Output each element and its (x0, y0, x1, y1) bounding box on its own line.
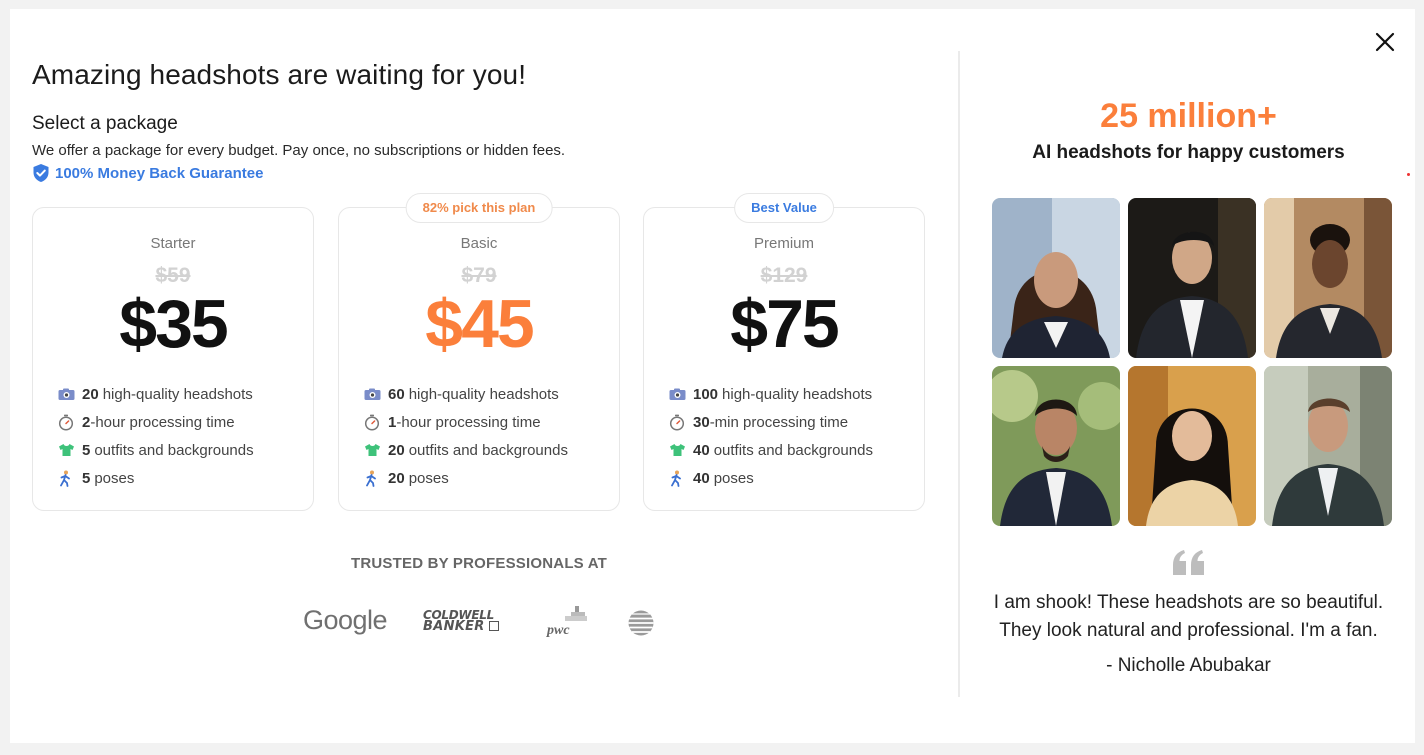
money-back-guarantee-link[interactable]: 100% Money Back Guarantee (32, 163, 263, 183)
feature-text: -min processing time (709, 413, 849, 431)
plan-features: 20 high-quality headshots 2 -hour processi… (58, 380, 254, 492)
feature-item: 5 poses (58, 464, 254, 492)
photo-icon (58, 388, 82, 401)
feature-text: high-quality headshots (722, 385, 873, 403)
packages-panel: Amazing headshots are waiting for you! S… (32, 9, 952, 743)
plan-price: $35 (119, 286, 228, 362)
feature-text: outfits and backgrounds (94, 441, 254, 459)
indicator-dot (1407, 173, 1410, 176)
plan-name: Starter (150, 235, 196, 252)
feature-item: 60 high-quality headshots (364, 380, 568, 408)
timer-icon (58, 414, 82, 431)
quote-line: I am shook! These headshots are so beaut… (993, 592, 1384, 613)
feature-text: -hour processing time (396, 413, 541, 431)
feature-count: 30 (693, 413, 710, 431)
feature-count: 100 (693, 385, 719, 403)
feature-item: 20 poses (364, 464, 568, 492)
feature-count: 5 (82, 469, 91, 487)
feature-count: 20 (388, 469, 405, 487)
shirt-icon (669, 443, 693, 457)
quote-line: They look natural and professional. I'm … (999, 620, 1378, 641)
feature-text: high-quality headshots (102, 385, 253, 403)
feature-count: 20 (388, 441, 405, 459)
feature-text: poses (94, 469, 135, 487)
feature-text: outfits and backgrounds (408, 441, 568, 459)
timer-icon (669, 414, 693, 431)
feature-item: 5 outfits and backgrounds (58, 436, 254, 464)
page-title: Amazing headshots are waiting for you! (32, 59, 527, 90)
pose-icon (58, 470, 82, 487)
feature-count: 40 (693, 469, 710, 487)
trusted-heading: TRUSTED BY PROFESSIONALS AT (351, 555, 607, 572)
feature-count: 5 (82, 441, 91, 459)
headshot-photo (992, 366, 1120, 526)
shield-check-icon (33, 164, 49, 182)
headshot-photo (1264, 198, 1392, 358)
plan-price: $75 (730, 286, 839, 362)
feature-text: poses (408, 469, 449, 487)
feature-item: 30 -min processing time (669, 408, 873, 436)
feature-count: 2 (82, 413, 91, 431)
headshot-photo (1128, 366, 1256, 526)
best-value-badge: Best Value (734, 193, 834, 223)
feature-count: 1 (388, 413, 397, 431)
feature-count: 40 (693, 441, 710, 459)
feature-item: 40 poses (669, 464, 873, 492)
customer-stat: 25 million+ (1100, 97, 1277, 135)
plan-name: Basic (460, 235, 498, 252)
feature-item: 40 outfits and backgrounds (669, 436, 873, 464)
photo-icon (364, 388, 388, 401)
feature-item: 100 high-quality headshots (669, 380, 873, 408)
headshot-photo (1128, 198, 1256, 358)
plan-card-starter[interactable]: Starter $59 $35 20 high-quality headshots… (32, 207, 314, 511)
feature-item: 1 -hour processing time (364, 408, 568, 436)
select-package-heading: Select a package (32, 113, 178, 134)
photo-icon (669, 388, 693, 401)
plan-price: $45 (425, 286, 534, 362)
coldwell-banker-logo: COLDWELL BANKER (423, 609, 509, 633)
testimonial-quote: I am shook! These headshots are so beaut… (962, 589, 1415, 645)
headshot-photo (1264, 366, 1392, 526)
pwc-logo: pwc (547, 604, 593, 640)
att-globe-logo (628, 610, 654, 636)
pricing-modal: Amazing headshots are waiting for you! S… (10, 9, 1415, 743)
shirt-icon (364, 443, 388, 457)
shirt-icon (58, 443, 82, 457)
quote-mark-icon (962, 549, 1415, 582)
pose-icon (669, 470, 693, 487)
feature-text: high-quality headshots (408, 385, 559, 403)
plan-name: Premium (753, 235, 814, 252)
plan-features: 60 high-quality headshots 1 -hour processi… (364, 380, 568, 492)
testimonial-author: - Nicholle Abubakar (1106, 655, 1271, 676)
feature-item: 20 outfits and backgrounds (364, 436, 568, 464)
guarantee-label: 100% Money Back Guarantee (55, 164, 264, 182)
package-description: We offer a package for every budget. Pay… (32, 142, 566, 159)
google-logo: Google (303, 605, 388, 635)
pose-icon (364, 470, 388, 487)
feature-count: 60 (388, 385, 405, 403)
plan-card-premium[interactable]: Best Value Premium $129 $75 100 high-qual… (643, 193, 925, 511)
feature-text: poses (713, 469, 754, 487)
popular-badge: 82% pick this plan (405, 193, 553, 223)
testimonial-panel: 25 million+ AI headshots for happy custo… (962, 9, 1415, 743)
timer-icon (364, 414, 388, 431)
feature-item: 20 high-quality headshots (58, 380, 254, 408)
plan-card-basic[interactable]: 82% pick this plan Basic $79 $45 60 high-… (338, 193, 620, 511)
headshot-photo (992, 198, 1120, 358)
plan-features: 100 high-quality headshots 30 -min process… (669, 380, 873, 492)
feature-item: 2 -hour processing time (58, 408, 254, 436)
feature-text: -hour processing time (90, 413, 235, 431)
feature-count: 20 (82, 385, 99, 403)
customer-stat-caption: AI headshots for happy customers (1032, 142, 1345, 163)
panel-divider (958, 51, 960, 697)
feature-text: outfits and backgrounds (713, 441, 873, 459)
